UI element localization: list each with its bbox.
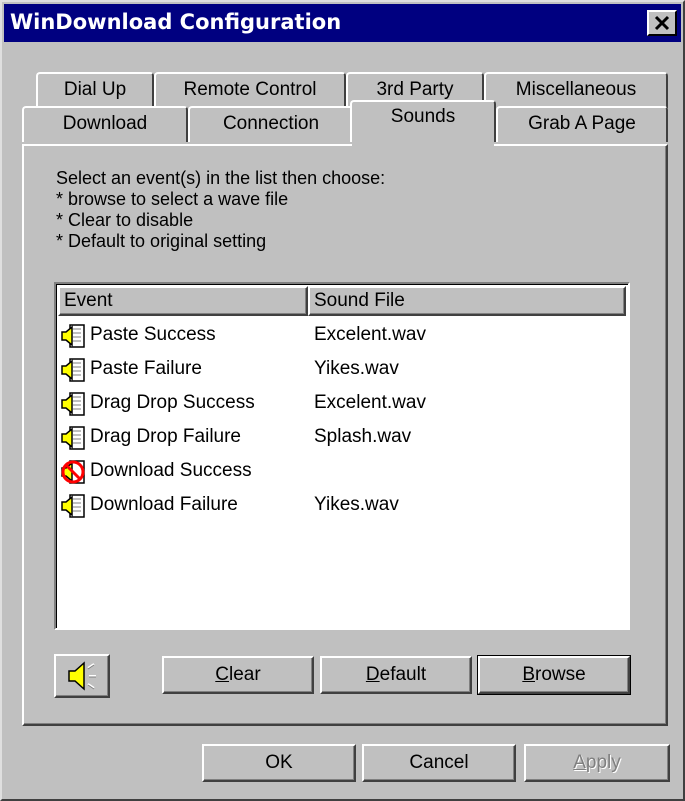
clear-label: lear [229, 664, 261, 685]
speaker-play-icon [68, 661, 96, 691]
speaker-icon [61, 426, 85, 450]
sound-file: Yikes.wav [314, 494, 399, 515]
default-accel: D [365, 664, 380, 685]
speaker-disabled-icon [61, 460, 85, 484]
clear-accel: C [215, 664, 230, 685]
tab-label: Sounds [390, 106, 456, 127]
event-name: Download Success [90, 460, 252, 481]
sound-file: Yikes.wav [314, 358, 399, 379]
play-sound-button[interactable] [54, 654, 110, 698]
speaker-icon [61, 324, 85, 348]
tab-label: Miscellaneous [515, 79, 637, 100]
browse-label: rowse [535, 664, 586, 685]
close-icon [654, 15, 670, 31]
speaker-icon [61, 494, 85, 518]
tab-label: Dial Up [63, 79, 127, 100]
tab-label: Remote Control [183, 79, 317, 100]
cancel-button[interactable]: Cancel [362, 744, 516, 782]
event-name: Download Failure [90, 494, 238, 515]
ok-button[interactable]: OK [202, 744, 356, 782]
default-label: efault [379, 664, 427, 685]
clear-button[interactable]: Clear [162, 656, 314, 694]
window-title: WinDownload Configuration [10, 10, 342, 34]
tab-grab-a-page[interactable]: Grab A Page [496, 106, 668, 142]
tab-miscellaneous[interactable]: Miscellaneous [484, 72, 668, 108]
browse-accel: B [522, 664, 535, 685]
apply-accel: A [573, 752, 586, 773]
list-item[interactable]: Download Failure Yikes.wav [60, 490, 620, 520]
title-bar[interactable]: WinDownload Configuration [4, 4, 681, 42]
instruction-line: * Default to original setting [56, 231, 267, 251]
list-item[interactable]: Download Success [60, 456, 620, 486]
speaker-icon [61, 358, 85, 382]
tab-sounds[interactable]: Sounds [350, 100, 496, 142]
tab-label: Download [62, 113, 148, 134]
column-header-event[interactable]: Event [58, 286, 308, 316]
tab-connection[interactable]: Connection [188, 106, 354, 142]
column-header-label: Event [64, 290, 113, 311]
sound-file: Excelent.wav [314, 392, 426, 413]
event-name: Paste Success [90, 324, 216, 345]
close-button[interactable] [647, 10, 677, 36]
default-button[interactable]: Default [320, 656, 472, 694]
tab-label: 3rd Party [376, 79, 454, 100]
sound-events-list[interactable]: Event Sound File Paste Success Excelent.… [54, 282, 630, 630]
column-header-label: Sound File [314, 290, 405, 311]
tab-dial-up[interactable]: Dial Up [36, 72, 154, 108]
speaker-icon [61, 392, 85, 416]
selected-tab-joint [352, 142, 494, 146]
cancel-label: Cancel [409, 752, 469, 773]
browse-button[interactable]: Browse [477, 655, 631, 695]
list-item[interactable]: Drag Drop Failure Splash.wav [60, 422, 620, 452]
tab-remote-control[interactable]: Remote Control [154, 72, 346, 108]
instructions: Select an event(s) in the list then choo… [56, 168, 385, 252]
tab-download[interactable]: Download [22, 106, 188, 142]
ok-label: OK [265, 752, 293, 773]
apply-label: pply [585, 752, 621, 773]
tab-label: Grab A Page [528, 113, 636, 134]
instruction-line: Select an event(s) in the list then choo… [56, 168, 386, 188]
apply-button[interactable]: Apply [524, 744, 670, 782]
instruction-line: * Clear to disable [56, 210, 194, 230]
event-name: Drag Drop Success [90, 392, 255, 413]
list-item[interactable]: Drag Drop Success Excelent.wav [60, 388, 620, 418]
instruction-line: * browse to select a wave file [56, 189, 289, 209]
list-item[interactable]: Paste Failure Yikes.wav [60, 354, 620, 384]
event-name: Paste Failure [90, 358, 202, 379]
sound-file: Splash.wav [314, 426, 412, 447]
tab-label: Connection [222, 113, 320, 134]
list-item[interactable]: Paste Success Excelent.wav [60, 320, 620, 350]
column-header-sound-file[interactable]: Sound File [308, 286, 626, 316]
event-name: Drag Drop Failure [90, 426, 241, 447]
sound-file: Excelent.wav [314, 324, 426, 345]
